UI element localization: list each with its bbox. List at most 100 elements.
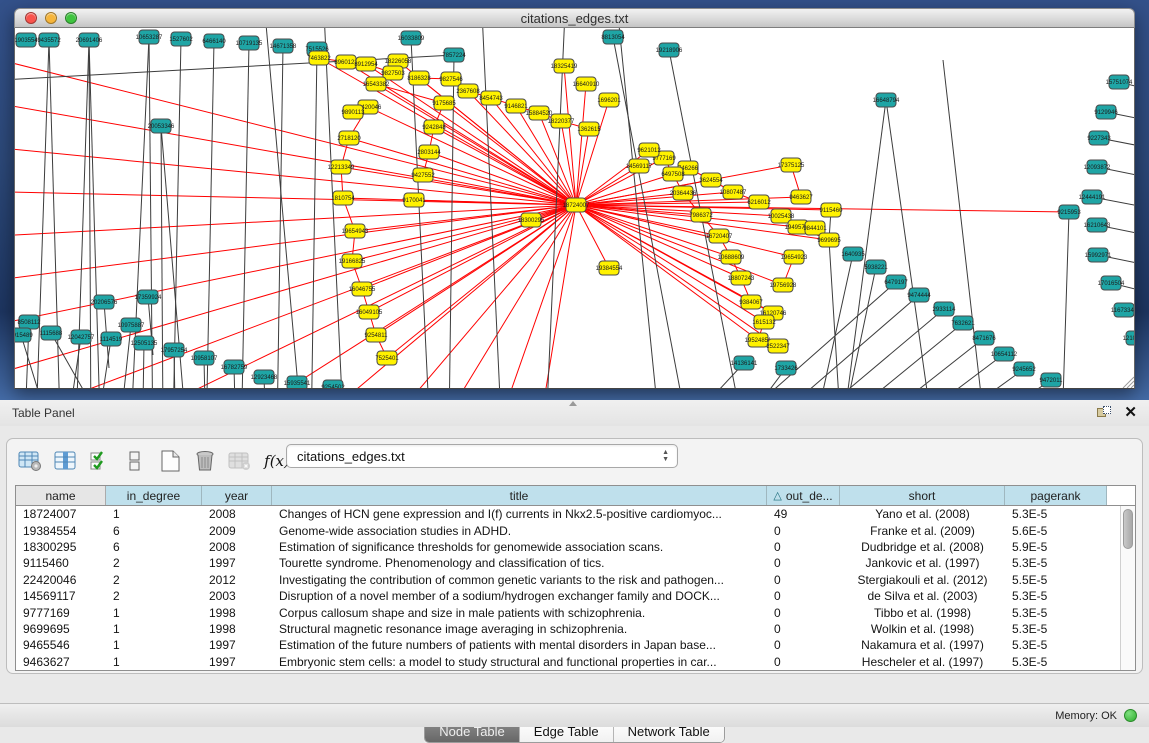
network-node-6479197[interactable]: 6479197 [884, 275, 908, 289]
column-header-short[interactable]: short [840, 486, 1005, 505]
cell-title[interactable]: Genome-wide association studies in ADHD. [272, 524, 767, 538]
cell-in_degree[interactable]: 1 [106, 655, 202, 669]
network-node-9245652[interactable]: 9245652 [1012, 362, 1036, 376]
citation-edge[interactable] [387, 205, 576, 358]
cell-out_degree[interactable]: 49 [767, 507, 840, 521]
column-header-title[interactable]: title [272, 486, 767, 505]
cell-in_degree[interactable]: 6 [106, 524, 202, 538]
cell-name[interactable]: 9777169 [16, 606, 106, 620]
network-node-20053346[interactable]: 20053346 [148, 119, 175, 133]
citation-edge[interactable] [531, 205, 576, 389]
network-node-15992971[interactable]: 15992971 [1085, 248, 1112, 262]
citation-edge[interactable] [369, 205, 576, 312]
network-node-7986372[interactable]: 7986372 [689, 208, 713, 222]
network-node-11673341[interactable]: 11673341 [1111, 303, 1135, 317]
citation-edge[interactable] [241, 43, 249, 389]
cell-name[interactable]: 22420046 [16, 573, 106, 587]
network-node-1115688[interactable]: 1115688 [40, 326, 63, 340]
cell-in_degree[interactable]: 1 [106, 606, 202, 620]
memory-status-indicator[interactable] [1124, 709, 1137, 722]
resize-grip-icon[interactable] [1123, 377, 1134, 388]
network-node-6497508[interactable]: 6497508 [661, 167, 685, 181]
network-node-9215953[interactable]: 9215953 [1057, 205, 1081, 219]
network-node-9242848[interactable]: 9242848 [422, 120, 446, 134]
network-node-12213349[interactable]: 12213349 [328, 160, 355, 174]
citation-edge[interactable] [206, 41, 214, 389]
network-node-1114519[interactable]: 1114519 [100, 332, 123, 346]
network-node-9890113[interactable]: 9890113 [342, 105, 366, 119]
citation-edge[interactable] [376, 84, 576, 205]
cell-short[interactable]: Jankovic et al. (1997) [840, 556, 1005, 570]
network-node-9254502[interactable]: 9254502 [321, 380, 345, 389]
network-node-9472011[interactable]: 9472011 [1040, 373, 1064, 387]
cell-pagerank[interactable]: 5.6E-5 [1005, 524, 1107, 538]
cell-year[interactable]: 2008 [202, 507, 272, 521]
network-canvas[interactable]: 9435572206914061065328715276026466140107… [14, 28, 1135, 389]
delete-table-icon[interactable] [227, 448, 253, 474]
citation-edge[interactable] [874, 380, 1051, 389]
network-node-9427552[interactable]: 9427552 [411, 168, 435, 182]
network-node-15884520[interactable]: 15884520 [526, 106, 553, 120]
network-node-18325419[interactable]: 18325419 [551, 59, 578, 73]
citation-edge[interactable] [323, 28, 343, 389]
cell-out_degree[interactable]: 0 [767, 655, 840, 669]
network-node-8813054[interactable]: 8813054 [601, 30, 625, 44]
network-node-12042757[interactable]: 12042757 [68, 330, 95, 344]
network-node-9254811[interactable]: 9254811 [365, 328, 389, 342]
network-node-8508112[interactable]: 8508112 [18, 315, 42, 329]
citation-edge[interactable] [15, 90, 576, 205]
cell-name[interactable]: 9115460 [16, 556, 106, 570]
function-builder-icon[interactable]: f(x) [262, 448, 288, 474]
network-node-9474444[interactable]: 9474444 [907, 288, 931, 302]
cell-year[interactable]: 2009 [202, 524, 272, 538]
network-node-19756928[interactable]: 19756928 [770, 278, 797, 292]
cell-pagerank[interactable]: 5.3E-5 [1005, 655, 1107, 669]
network-window-titlebar[interactable]: citations_edges.txt [14, 8, 1135, 28]
citation-edge[interactable] [576, 100, 609, 205]
cell-name[interactable]: 9463627 [16, 655, 106, 669]
network-node-10975887[interactable]: 10975887 [118, 318, 145, 332]
cell-short[interactable]: de Silva et al. (2003) [840, 589, 1005, 603]
close-panel-icon[interactable]: ✕ [1124, 403, 1137, 421]
citation-edge[interactable] [829, 240, 839, 389]
network-node-2933114[interactable]: 2933114 [933, 302, 957, 316]
trash-icon[interactable] [192, 448, 218, 474]
cell-title[interactable]: Structural magnetic resonance image aver… [272, 622, 767, 636]
cell-in_degree[interactable]: 1 [106, 507, 202, 521]
network-node-2522347[interactable]: 2522347 [766, 339, 790, 353]
network-node-8912954[interactable]: 8912954 [354, 57, 378, 71]
cell-out_degree[interactable]: 0 [767, 540, 840, 554]
column-check-icon[interactable] [87, 448, 113, 474]
cell-title[interactable]: Embryonic stem cells: a model to study s… [272, 655, 767, 669]
cell-out_degree[interactable]: 0 [767, 556, 840, 570]
citation-edge[interactable] [123, 325, 131, 389]
network-node-3915489[interactable]: 3915489 [15, 328, 33, 342]
network-node-18220377[interactable]: 18220377 [548, 114, 575, 128]
cell-out_degree[interactable]: 0 [767, 589, 840, 603]
network-node-15935541[interactable]: 15935541 [284, 376, 311, 389]
cell-title[interactable]: Estimation of significance thresholds fo… [272, 540, 767, 554]
cell-year[interactable]: 1998 [202, 622, 272, 636]
cell-in_degree[interactable]: 2 [106, 573, 202, 587]
network-node-12444191[interactable]: 12444191 [1079, 190, 1106, 204]
citation-edge[interactable] [481, 28, 501, 389]
network-node-2718120[interactable]: 2718120 [337, 131, 361, 145]
network-node-16782759[interactable]: 16782759 [221, 360, 248, 374]
network-node-16720407[interactable]: 16720407 [706, 229, 733, 243]
network-node-9699695[interactable]: 9699695 [817, 233, 841, 247]
network-node-10653287[interactable]: 10653287 [136, 30, 163, 44]
network-node-1362615[interactable]: 1362615 [577, 122, 601, 136]
cell-pagerank[interactable]: 5.3E-5 [1005, 638, 1107, 652]
network-node-7525401[interactable]: 7525401 [375, 351, 399, 365]
network-node-5938221[interactable]: 5938221 [864, 260, 888, 274]
network-node-19384554[interactable]: 19384554 [596, 261, 623, 275]
cell-in_degree[interactable]: 6 [106, 540, 202, 554]
citation-edge[interactable] [854, 369, 1024, 389]
network-node-6466140[interactable]: 6466140 [202, 34, 226, 48]
cell-short[interactable]: Stergiakouli et al. (2012) [840, 573, 1005, 587]
network-node-19166825[interactable]: 19166825 [339, 254, 366, 268]
network-node-8454743[interactable]: 8454743 [479, 91, 503, 105]
table-row[interactable]: 1938455462009Genome-wide association stu… [16, 522, 1135, 538]
citation-edge[interactable] [576, 84, 586, 205]
network-node-2367608[interactable]: 2367608 [456, 84, 480, 98]
